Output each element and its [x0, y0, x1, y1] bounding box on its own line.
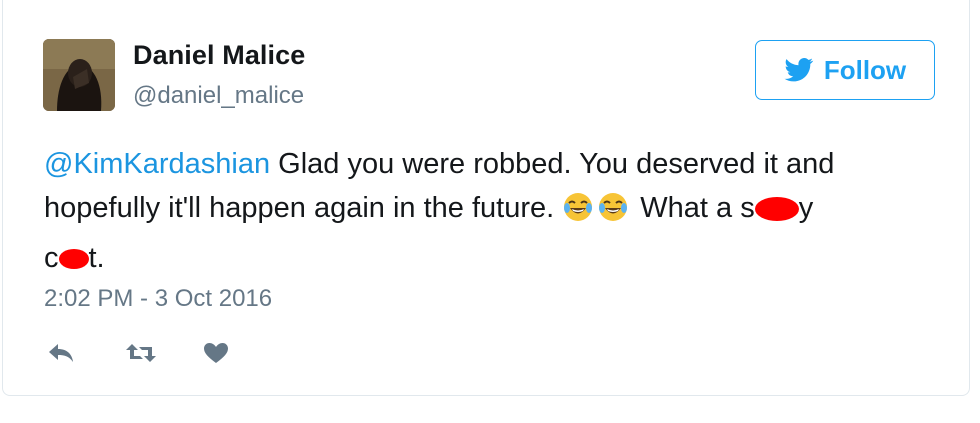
retweet-icon [126, 344, 156, 362]
tweet-text-line3-end: t. [88, 242, 105, 274]
reply-button[interactable] [47, 338, 125, 368]
follow-button[interactable]: Follow [755, 40, 935, 100]
reply-icon [49, 344, 73, 362]
redaction-mark [754, 197, 799, 222]
tweet-text-word-end: y [798, 192, 814, 224]
author-display-name[interactable]: Daniel Malice [133, 40, 305, 71]
twitter-bird-icon [784, 58, 814, 82]
author-handle[interactable]: @daniel_malice [133, 82, 304, 110]
tweet-card: Daniel Malice @daniel_malice Follow @Kim… [2, 0, 970, 396]
mention-link[interactable]: @KimKardashian [44, 148, 270, 180]
tweet-text-line2-after: What a s [640, 192, 755, 224]
like-button[interactable] [203, 338, 281, 368]
author-avatar[interactable] [43, 39, 115, 111]
like-icon [204, 343, 228, 363]
user-avatar-icon [43, 39, 115, 111]
face-with-tears-of-joy-icon [597, 191, 629, 236]
tweet-actions [47, 338, 281, 368]
tweet-text-line1: Glad you were robbed. You deserved it an… [270, 148, 835, 180]
tweet-text: @KimKardashian Glad you were robbed. You… [44, 142, 924, 280]
redaction-mark [58, 249, 89, 270]
retweet-button[interactable] [125, 338, 203, 368]
tweet-text-line2: hopefully it'll happen again in the futu… [44, 192, 563, 224]
tweet-text-line3-start: c [44, 242, 59, 274]
face-with-tears-of-joy-icon [562, 191, 594, 236]
follow-button-label: Follow [823, 54, 907, 85]
tweet-timestamp[interactable]: 2:02 PM - 3 Oct 2016 [44, 285, 272, 313]
